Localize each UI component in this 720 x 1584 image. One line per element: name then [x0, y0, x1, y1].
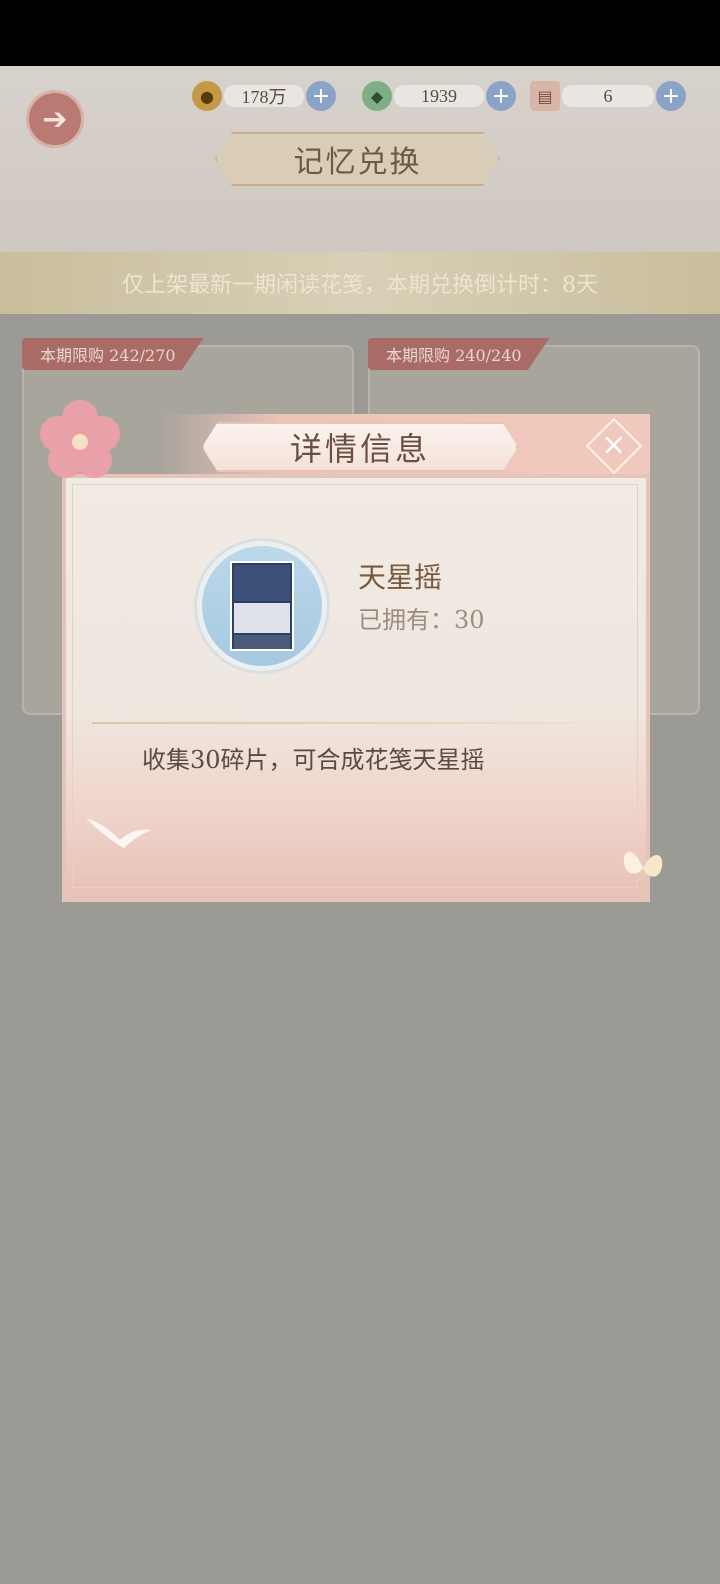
- item-name: 天星摇: [358, 561, 443, 594]
- item-icon-frame: [194, 538, 330, 674]
- paw-coin-icon: ●: [192, 81, 222, 111]
- item-description: 收集30碎片，可合成花笺天星摇: [142, 746, 485, 774]
- close-icon: ×: [601, 427, 627, 463]
- notice-banner: 仅上架最新一期闲读花笺，本期兑换倒计时：8天: [0, 252, 720, 314]
- blossom-icon: [40, 400, 120, 478]
- back-button[interactable]: ➔: [26, 90, 84, 148]
- scroll-ticket-icon: ▤: [530, 81, 560, 111]
- card-limit-tag: 本期限购 240/240: [368, 338, 550, 370]
- currency-value: 178万: [224, 85, 304, 107]
- currency-jade: ◆ 1939 +: [362, 80, 516, 112]
- page-title: 记忆兑换: [293, 145, 422, 180]
- butterfly-icon: [623, 851, 663, 877]
- card-limit-tag: 本期限购 242/270: [22, 338, 204, 370]
- dialog-title: 详情信息: [289, 430, 430, 468]
- currency-value: 6: [562, 85, 654, 107]
- currency-value: 1939: [394, 85, 484, 107]
- currency-ticket: ▤ 6 +: [530, 80, 686, 112]
- dialog-title-plate: 详情信息: [202, 422, 518, 472]
- detail-dialog: 详情信息 × 天星摇 已拥有：30 收集30碎片，可合成花笺天星摇: [40, 400, 663, 902]
- bird-icon: [86, 818, 152, 848]
- owned-count: 已拥有：30: [358, 606, 485, 634]
- add-coin-button[interactable]: +: [306, 81, 336, 111]
- dialog-inner-border: [72, 484, 638, 888]
- memory-card-fragment-icon: [230, 561, 294, 651]
- back-arrow-icon: ➔: [42, 101, 68, 137]
- add-jade-button[interactable]: +: [486, 81, 516, 111]
- divider: [92, 722, 622, 724]
- add-ticket-button[interactable]: +: [656, 81, 686, 111]
- page-title-plate: 记忆兑换: [215, 132, 500, 186]
- status-bar: [0, 0, 720, 66]
- jade-icon: ◆: [362, 81, 392, 111]
- currency-coin: ● 178万 +: [192, 80, 336, 112]
- item-icon-bg: [202, 546, 322, 666]
